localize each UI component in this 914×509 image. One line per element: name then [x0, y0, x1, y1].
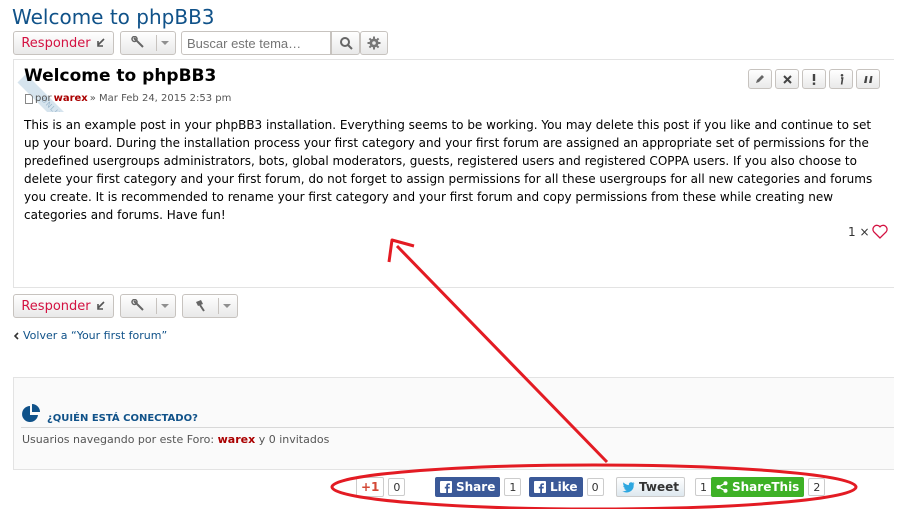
annotation-ellipse — [330, 463, 858, 509]
annotation-arrow-line — [395, 244, 609, 464]
annotation-overlay — [330, 238, 858, 509]
